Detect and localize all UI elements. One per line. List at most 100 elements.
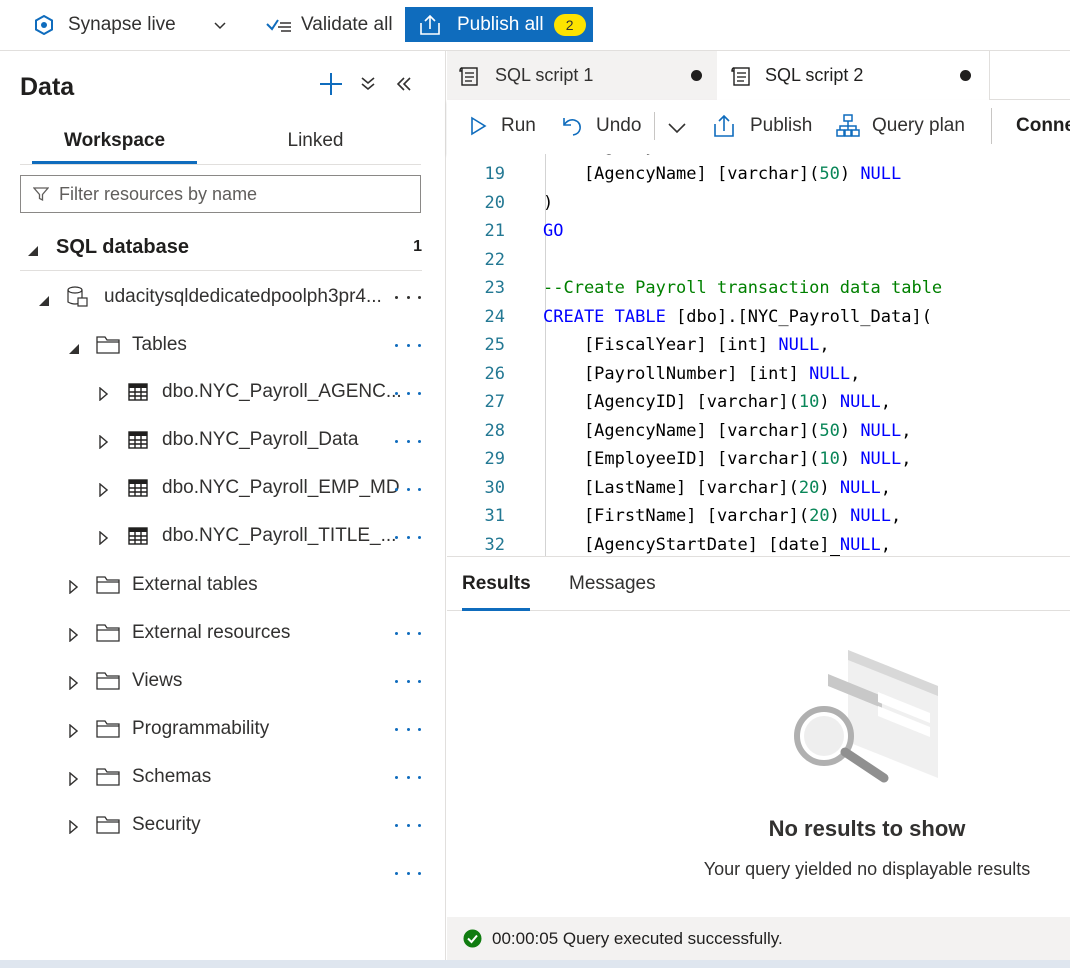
line-number: 24 bbox=[484, 307, 505, 327]
line-number: 19 bbox=[484, 164, 505, 184]
code-line: [AgencyID] [varchar](10) NULL, bbox=[543, 392, 892, 412]
more-options-icon[interactable] bbox=[393, 863, 423, 883]
run-button[interactable]: Run bbox=[469, 100, 536, 152]
more-options-icon[interactable] bbox=[393, 287, 423, 307]
code-line: --Create Payroll transaction data table bbox=[543, 278, 943, 298]
expanded-caret-icon bbox=[27, 244, 39, 256]
more-options-icon[interactable] bbox=[393, 431, 423, 451]
validate-icon bbox=[266, 15, 292, 35]
publish-label: Publish bbox=[750, 115, 813, 136]
line-number: 30 bbox=[484, 478, 505, 498]
collapsed-caret-icon bbox=[98, 433, 109, 450]
tab-linked[interactable]: Linked bbox=[233, 117, 398, 165]
line-number: 23 bbox=[484, 278, 505, 298]
chevron-down-icon bbox=[667, 119, 687, 134]
table-icon bbox=[128, 527, 148, 545]
play-icon bbox=[469, 116, 487, 136]
sql-database-section[interactable]: SQL database 1 bbox=[20, 231, 422, 271]
publish-button[interactable]: Publish bbox=[713, 100, 812, 152]
tables-folder[interactable]: Tables bbox=[68, 325, 368, 365]
table-item[interactable]: dbo.NYC_Payroll_AGENC... bbox=[98, 372, 402, 412]
status-text: 00:00:05 Query executed successfully. bbox=[492, 928, 783, 948]
line-number: 28 bbox=[484, 421, 505, 441]
publish-all-button[interactable]: Publish all 2 bbox=[405, 7, 593, 42]
active-tab-indicator bbox=[462, 608, 530, 611]
code-line: [FirstName] [varchar](20) NULL, bbox=[543, 506, 902, 526]
table-label: dbo.NYC_Payroll_EMP_MD bbox=[162, 477, 400, 498]
folder-icon bbox=[96, 623, 120, 643]
table-label: dbo.NYC_Payroll_Data bbox=[162, 429, 359, 450]
table-item[interactable]: dbo.NYC_Payroll_TITLE_... bbox=[98, 516, 396, 556]
undo-button[interactable]: Undo bbox=[561, 100, 641, 152]
section-label: SQL database bbox=[56, 236, 190, 258]
folder-item-schemas[interactable]: Schemas bbox=[68, 757, 368, 797]
collapsed-caret-icon bbox=[68, 578, 79, 595]
folder-icon bbox=[96, 815, 120, 835]
unsaved-indicator bbox=[691, 70, 702, 81]
workspace-selector[interactable]: Synapse live bbox=[34, 0, 228, 50]
collapsed-caret-icon bbox=[68, 722, 79, 739]
more-options-icon[interactable] bbox=[393, 335, 423, 355]
folder-label: Security bbox=[132, 814, 201, 835]
code-line: [LastName] [varchar](20) NULL, bbox=[543, 478, 892, 498]
collapsed-caret-icon bbox=[98, 481, 109, 498]
bottom-strip bbox=[0, 960, 1070, 968]
tab-label: SQL script 2 bbox=[765, 65, 864, 85]
tab-results[interactable]: Results bbox=[462, 557, 531, 611]
chevron-down-icon[interactable] bbox=[212, 17, 228, 33]
script-icon bbox=[459, 65, 481, 87]
table-item[interactable]: dbo.NYC_Payroll_EMP_MD bbox=[98, 468, 400, 508]
query-plan-label: Query plan bbox=[872, 115, 965, 136]
table-label: dbo.NYC_Payroll_AGENC... bbox=[162, 381, 402, 402]
tab-messages[interactable]: Messages bbox=[569, 557, 656, 611]
sql-code-editor[interactable]: [AgencyID] [varchar](10) NULL, 19 [Agenc… bbox=[447, 154, 1070, 556]
line-number: 27 bbox=[484, 392, 505, 412]
tab-workspace[interactable]: Workspace bbox=[32, 117, 197, 165]
more-options-icon[interactable] bbox=[393, 767, 423, 787]
more-options-icon[interactable] bbox=[393, 671, 423, 691]
filter-input[interactable]: Filter resources by name bbox=[20, 175, 421, 213]
table-item[interactable]: dbo.NYC_Payroll_Data bbox=[98, 420, 393, 460]
success-icon bbox=[463, 929, 482, 948]
line-number: 22 bbox=[484, 250, 505, 270]
more-options-icon[interactable] bbox=[393, 479, 423, 499]
query-plan-button[interactable]: Query plan bbox=[836, 100, 965, 152]
empty-state-illustration bbox=[790, 648, 940, 788]
sql-pool-item[interactable]: udacitysqldedicatedpoolph3pr4... bbox=[38, 277, 398, 317]
expanded-caret-icon bbox=[38, 291, 50, 306]
more-options-icon[interactable] bbox=[393, 383, 423, 403]
folder-label: Views bbox=[132, 670, 183, 691]
undo-dropdown[interactable] bbox=[667, 100, 687, 152]
folder-icon bbox=[96, 767, 120, 787]
connect-label: Conne bbox=[1016, 115, 1070, 136]
more-options-icon[interactable] bbox=[393, 527, 423, 547]
validate-all-button[interactable]: Validate all bbox=[266, 0, 393, 50]
collapse-panel-icon[interactable] bbox=[394, 74, 414, 94]
folder-item-programmability[interactable]: Programmability bbox=[68, 709, 368, 749]
more-options-icon[interactable] bbox=[393, 719, 423, 739]
active-tab-indicator bbox=[32, 161, 197, 164]
empty-state-subtitle: Your query yielded no displayable result… bbox=[703, 859, 1031, 879]
collapse-all-icon[interactable] bbox=[358, 74, 378, 94]
more-options-icon[interactable] bbox=[393, 623, 423, 643]
line-number: 25 bbox=[484, 335, 505, 355]
tab-sql-script-1[interactable]: SQL script 1 bbox=[447, 51, 717, 100]
add-icon[interactable] bbox=[318, 71, 344, 97]
more-options-icon[interactable] bbox=[393, 815, 423, 835]
folder-item-external-resources[interactable]: External resources bbox=[68, 613, 368, 653]
undo-label: Undo bbox=[596, 115, 642, 136]
tables-label: Tables bbox=[132, 334, 187, 355]
connect-to-dropdown[interactable]: Conne bbox=[1016, 100, 1070, 152]
folder-item-external-tables[interactable]: External tables bbox=[68, 565, 368, 605]
line-number: 29 bbox=[484, 449, 505, 469]
tab-sql-script-2[interactable]: SQL script 2 bbox=[717, 51, 989, 100]
publish-icon bbox=[713, 114, 735, 138]
line-number: 26 bbox=[484, 364, 505, 384]
tabs-divider bbox=[20, 164, 421, 165]
collapsed-caret-icon bbox=[98, 529, 109, 546]
line-number: 31 bbox=[484, 506, 505, 526]
code-line: [AgencyName] [varchar](50) NULL, bbox=[543, 421, 912, 441]
folder-item-views[interactable]: Views bbox=[68, 661, 368, 701]
line-number: 20 bbox=[484, 193, 505, 213]
folder-item-security[interactable]: Security bbox=[68, 805, 368, 845]
